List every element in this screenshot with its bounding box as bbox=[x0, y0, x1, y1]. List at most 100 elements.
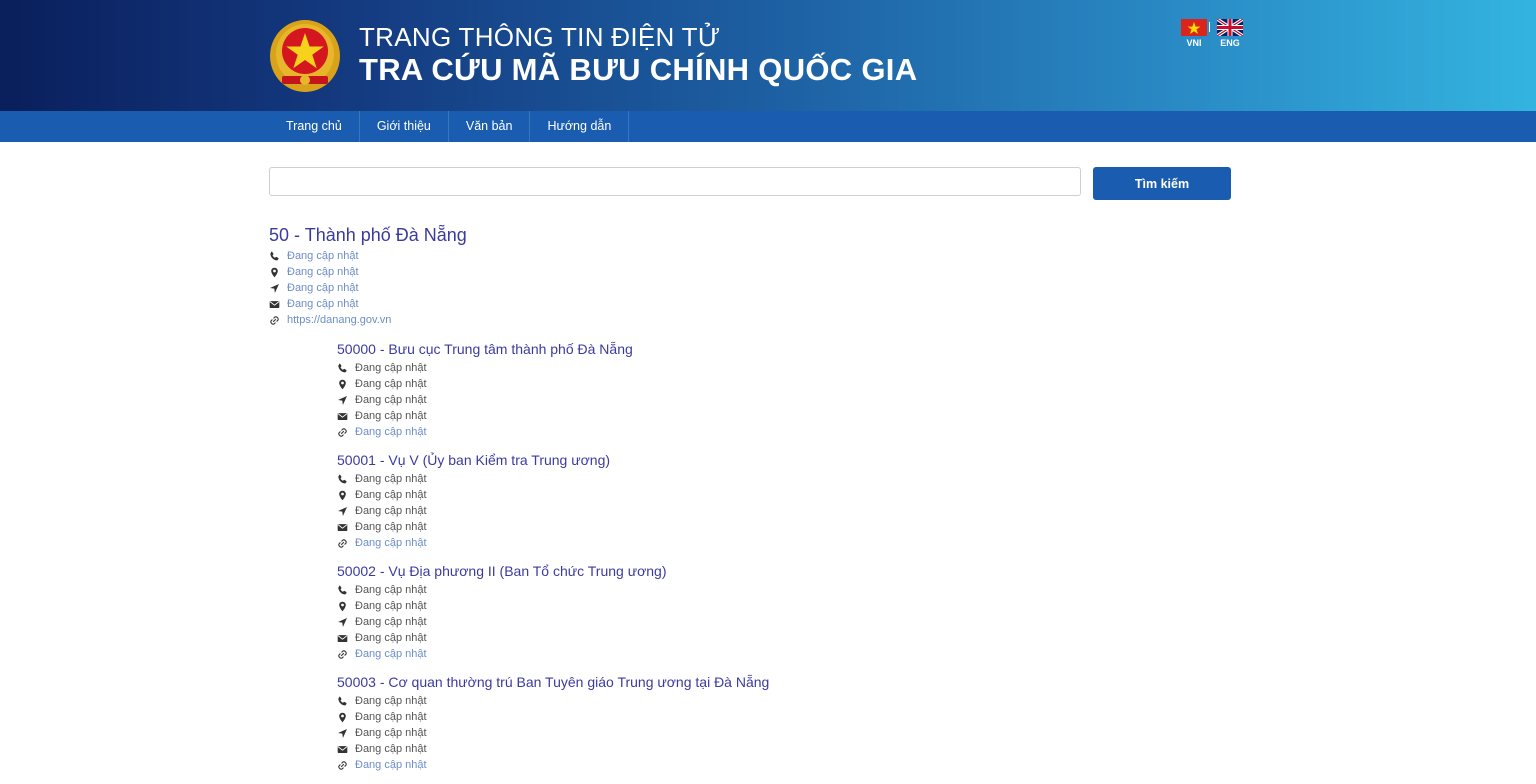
link-icon bbox=[269, 315, 280, 326]
phone-row: Đang cập nhật bbox=[337, 693, 769, 709]
location-row: Đang cập nhật bbox=[337, 392, 633, 408]
address-value: Đang cập nhật bbox=[287, 266, 359, 278]
link-icon bbox=[337, 538, 348, 549]
location-value: Đang cập nhật bbox=[355, 505, 427, 517]
website-link[interactable]: https://danang.gov.vn bbox=[287, 314, 391, 326]
search-input[interactable] bbox=[269, 167, 1081, 196]
email-value: Đang cập nhật bbox=[355, 521, 427, 533]
site-title: TRA CỨU MÃ BƯU CHÍNH QUỐC GIA bbox=[359, 52, 918, 87]
email-row: Đang cập nhật bbox=[337, 519, 610, 535]
result-entry: 50002 - Vụ Địa phương II (Ban Tổ chức Tr… bbox=[337, 561, 667, 662]
search-button[interactable]: Tìm kiếm bbox=[1093, 167, 1231, 200]
website-row: https://danang.gov.vn bbox=[269, 312, 467, 328]
location-row: Đang cập nhật bbox=[269, 280, 467, 296]
entry-title[interactable]: 50003 - Cơ quan thường trú Ban Tuyên giá… bbox=[337, 672, 769, 692]
envelope-icon bbox=[337, 522, 348, 533]
phone-icon bbox=[337, 363, 348, 374]
link-icon bbox=[337, 427, 348, 438]
envelope-icon bbox=[337, 411, 348, 422]
entry-title[interactable]: 50 - Thành phố Đà Nẵng bbox=[269, 223, 467, 247]
location-value: Đang cập nhật bbox=[287, 282, 359, 294]
email-value: Đang cập nhật bbox=[355, 743, 427, 755]
phone-value: Đang cập nhật bbox=[287, 250, 359, 262]
address-value: Đang cập nhật bbox=[355, 600, 427, 612]
location-arrow-icon bbox=[337, 728, 348, 739]
nav-item-documents[interactable]: Văn bản bbox=[449, 111, 531, 142]
address-row: Đang cập nhật bbox=[337, 487, 610, 503]
location-arrow-icon bbox=[337, 506, 348, 517]
location-arrow-icon bbox=[337, 617, 348, 628]
uk-flag-icon bbox=[1217, 19, 1243, 36]
map-marker-icon bbox=[337, 379, 348, 390]
phone-value: Đang cập nhật bbox=[355, 362, 427, 374]
address-value: Đang cập nhật bbox=[355, 711, 427, 723]
email-value: Đang cập nhật bbox=[355, 410, 427, 422]
email-value: Đang cập nhật bbox=[287, 298, 359, 310]
result-entry: 50003 - Cơ quan thường trú Ban Tuyên giá… bbox=[337, 672, 769, 773]
phone-icon bbox=[337, 474, 348, 485]
result-entry: 50001 - Vụ V (Ủy ban Kiểm tra Trung ương… bbox=[337, 450, 610, 551]
website-link[interactable]: Đang cập nhật bbox=[355, 426, 427, 438]
entry-title[interactable]: 50002 - Vụ Địa phương II (Ban Tổ chức Tr… bbox=[337, 561, 667, 581]
website-link[interactable]: Đang cập nhật bbox=[355, 759, 427, 771]
address-value: Đang cập nhật bbox=[355, 378, 427, 390]
location-value: Đang cập nhật bbox=[355, 394, 427, 406]
email-value: Đang cập nhật bbox=[355, 632, 427, 644]
map-marker-icon bbox=[269, 267, 280, 278]
email-row: Đang cập nhật bbox=[269, 296, 467, 312]
website-row: Đang cập nhật bbox=[337, 424, 633, 440]
website-link[interactable]: Đang cập nhật bbox=[355, 537, 427, 549]
website-row: Đang cập nhật bbox=[337, 757, 769, 773]
envelope-icon bbox=[269, 299, 280, 310]
address-row: Đang cập nhật bbox=[337, 376, 633, 392]
nav-item-about[interactable]: Giới thiệu bbox=[360, 111, 449, 142]
envelope-icon bbox=[337, 744, 348, 755]
envelope-icon bbox=[337, 633, 348, 644]
location-value: Đang cập nhật bbox=[355, 616, 427, 628]
website-row: Đang cập nhật bbox=[337, 646, 667, 662]
link-icon bbox=[337, 649, 348, 660]
location-row: Đang cập nhật bbox=[337, 614, 667, 630]
phone-row: Đang cập nhật bbox=[337, 582, 667, 598]
phone-value: Đang cập nhật bbox=[355, 695, 427, 707]
main-navigation: Trang chủ Giới thiệu Văn bản Hướng dẫn bbox=[0, 111, 1536, 142]
website-link[interactable]: Đang cập nhật bbox=[355, 648, 427, 660]
location-arrow-icon bbox=[269, 283, 280, 294]
phone-icon bbox=[337, 696, 348, 707]
location-value: Đang cập nhật bbox=[355, 727, 427, 739]
result-entry-main: 50 - Thành phố Đà Nẵng Đang cập nhật Đan… bbox=[269, 223, 467, 328]
vietnam-flag-icon bbox=[1181, 19, 1207, 36]
address-row: Đang cập nhật bbox=[337, 709, 769, 725]
phone-value: Đang cập nhật bbox=[355, 584, 427, 596]
email-row: Đang cập nhật bbox=[337, 408, 633, 424]
nav-item-guide[interactable]: Hướng dẫn bbox=[530, 111, 630, 142]
phone-row: Đang cập nhật bbox=[337, 471, 610, 487]
result-entry: 50000 - Bưu cục Trung tâm thành phố Đà N… bbox=[337, 339, 633, 440]
location-arrow-icon bbox=[337, 395, 348, 406]
language-eng-label: ENG bbox=[1220, 38, 1240, 48]
entry-title[interactable]: 50000 - Bưu cục Trung tâm thành phố Đà N… bbox=[337, 339, 633, 359]
map-marker-icon bbox=[337, 601, 348, 612]
phone-icon bbox=[337, 585, 348, 596]
address-row: Đang cập nhật bbox=[269, 264, 467, 280]
site-subtitle: TRANG THÔNG TIN ĐIỆN TỬ bbox=[359, 22, 721, 52]
phone-row: Đang cập nhật bbox=[337, 360, 633, 376]
phone-value: Đang cập nhật bbox=[355, 473, 427, 485]
language-vni-label: VNI bbox=[1186, 38, 1202, 48]
map-marker-icon bbox=[337, 490, 348, 501]
language-vni-button[interactable]: VNI bbox=[1179, 19, 1209, 48]
national-emblem-logo[interactable] bbox=[268, 16, 342, 94]
entry-title[interactable]: 50001 - Vụ V (Ủy ban Kiểm tra Trung ương… bbox=[337, 450, 610, 470]
location-row: Đang cập nhật bbox=[337, 725, 769, 741]
link-icon bbox=[337, 760, 348, 771]
language-eng-button[interactable]: ENG bbox=[1215, 19, 1245, 48]
email-row: Đang cập nhật bbox=[337, 741, 769, 757]
map-marker-icon bbox=[337, 712, 348, 723]
phone-row: Đang cập nhật bbox=[269, 248, 467, 264]
nav-item-home[interactable]: Trang chủ bbox=[269, 111, 360, 142]
location-row: Đang cập nhật bbox=[337, 503, 610, 519]
email-row: Đang cập nhật bbox=[337, 630, 667, 646]
website-row: Đang cập nhật bbox=[337, 535, 610, 551]
site-header: TRANG THÔNG TIN ĐIỆN TỬ TRA CỨU MÃ BƯU C… bbox=[0, 0, 1536, 111]
address-value: Đang cập nhật bbox=[355, 489, 427, 501]
